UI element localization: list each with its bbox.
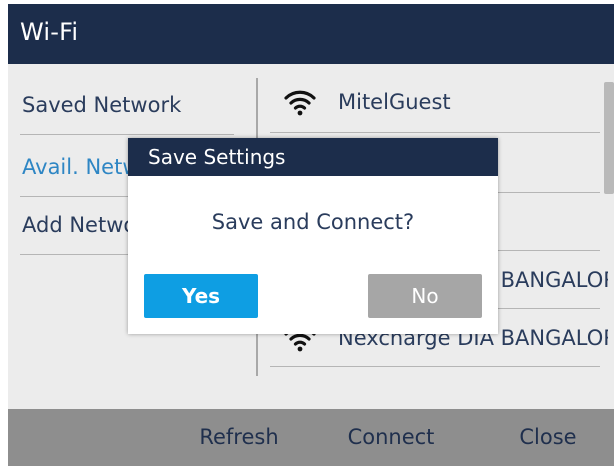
refresh-button[interactable]: Refresh xyxy=(174,409,304,466)
list-divider xyxy=(270,132,600,133)
menu-item-saved-network[interactable]: Saved Network xyxy=(8,78,234,132)
wifi-screen: Wi-Fi Saved Network Avail. Networks Add … xyxy=(0,0,614,466)
connect-button[interactable]: Connect xyxy=(326,409,456,466)
menu-divider xyxy=(20,134,234,135)
network-row[interactable]: MitelGuest xyxy=(270,74,608,130)
save-settings-dialog: Save Settings Save and Connect? Yes No xyxy=(128,138,498,334)
wifi-icon xyxy=(284,90,316,116)
scrollbar[interactable] xyxy=(604,82,614,194)
close-button[interactable]: Close xyxy=(488,409,608,466)
yes-button[interactable]: Yes xyxy=(144,274,258,318)
network-name: MitelGuest xyxy=(338,90,451,114)
dialog-message: Save and Connect? xyxy=(211,210,415,234)
title-bar: Wi-Fi xyxy=(8,4,614,64)
softkey-bar: Refresh Connect Close xyxy=(8,409,614,466)
list-divider xyxy=(270,366,600,367)
no-button[interactable]: No xyxy=(368,274,482,318)
dialog-title: Save Settings xyxy=(128,138,498,176)
screen-title: Wi-Fi xyxy=(20,18,79,46)
